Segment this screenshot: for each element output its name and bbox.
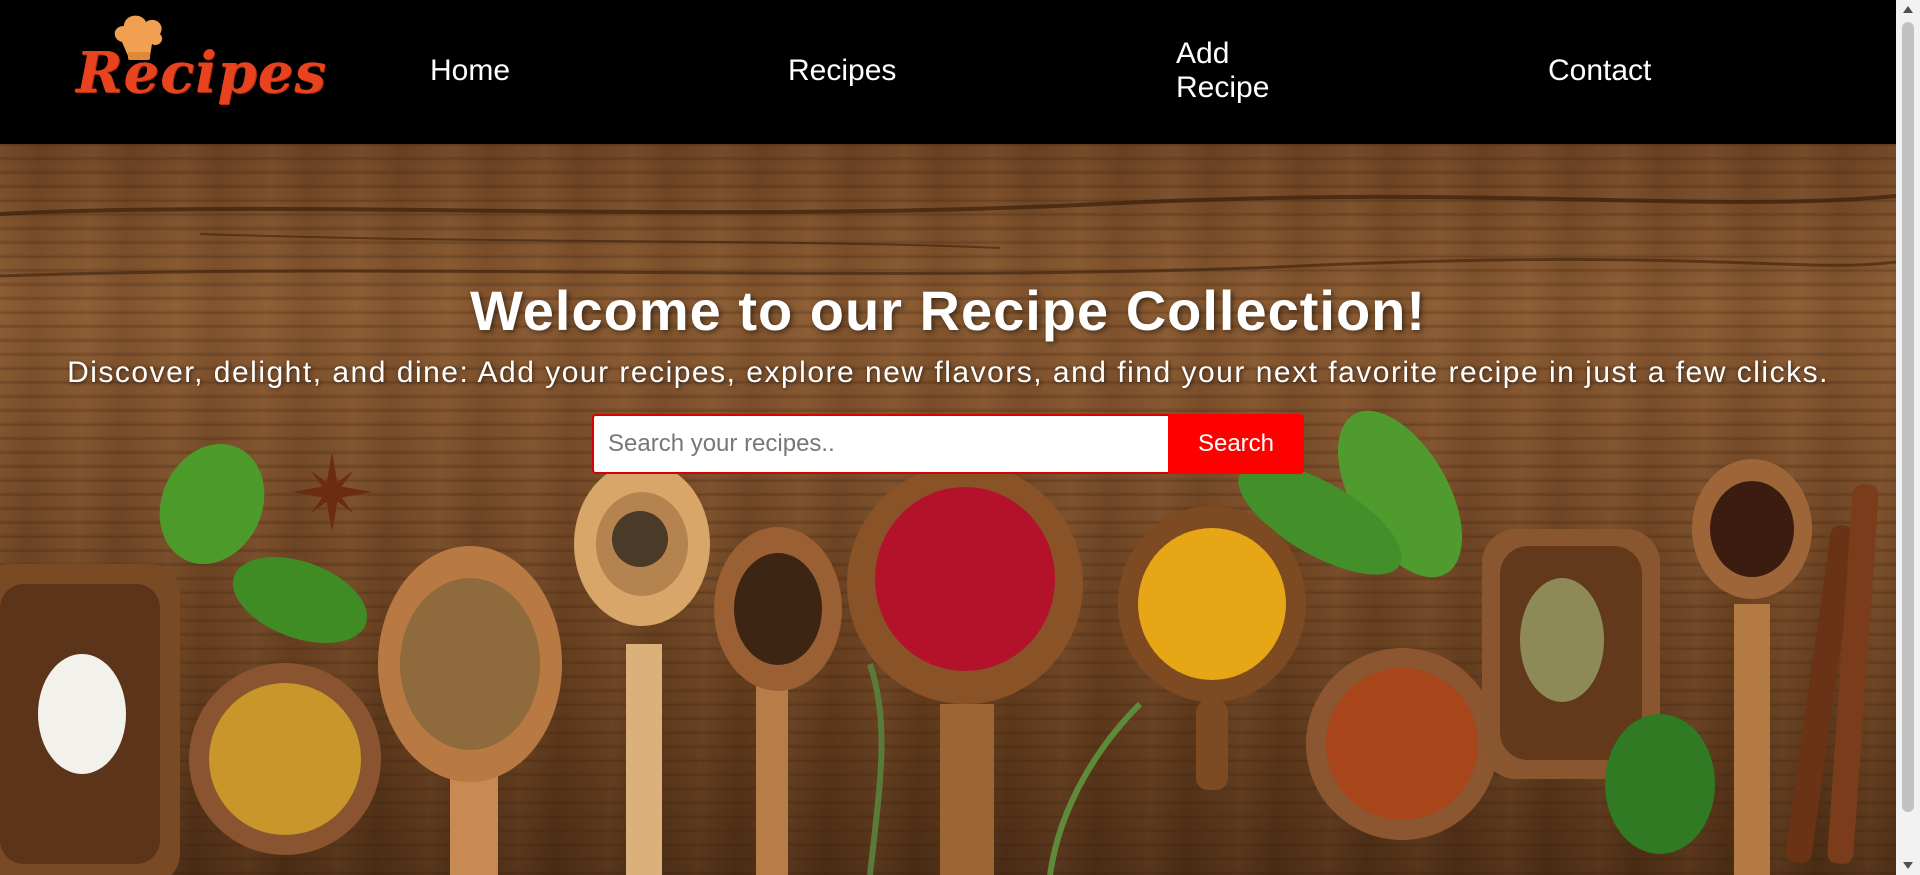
search-form: Search bbox=[592, 414, 1304, 474]
nav-recipes-link[interactable]: Recipes bbox=[788, 54, 896, 88]
nav-add-recipe-link[interactable]: Add Recipe bbox=[1176, 37, 1296, 105]
spices-background-image bbox=[0, 194, 1896, 875]
vertical-scrollbar[interactable] bbox=[1896, 0, 1920, 875]
scrollbar-thumb[interactable] bbox=[1902, 22, 1914, 812]
nav-home-link[interactable]: Home bbox=[430, 54, 510, 88]
hero-subtitle: Discover, delight, and dine: Add your re… bbox=[67, 356, 1829, 389]
logo-text: Recipes bbox=[76, 40, 327, 106]
scroll-down-arrow-icon[interactable] bbox=[1896, 855, 1920, 875]
site-logo[interactable]: Recipes bbox=[72, 12, 326, 124]
hero-banner: Welcome to our Recipe Collection! Discov… bbox=[0, 144, 1896, 875]
scroll-up-arrow-icon[interactable] bbox=[1896, 0, 1920, 20]
search-input[interactable] bbox=[592, 414, 1168, 474]
search-button[interactable]: Search bbox=[1168, 414, 1304, 474]
site-header: Recipes Home Recipes Add Recipe Contact bbox=[0, 0, 1896, 144]
hero-title: Welcome to our Recipe Collection! bbox=[469, 279, 1427, 342]
page: Recipes Home Recipes Add Recipe Contact bbox=[0, 0, 1920, 875]
nav-contact-link[interactable]: Contact bbox=[1548, 54, 1651, 88]
